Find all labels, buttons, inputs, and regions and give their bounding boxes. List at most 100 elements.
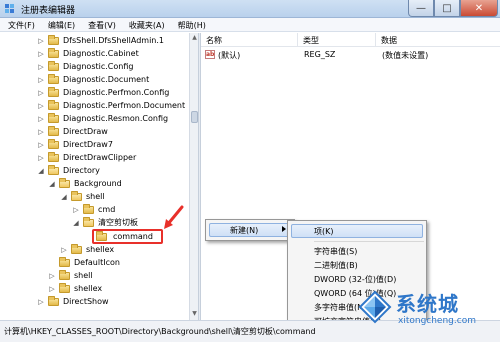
value-type: REG_SZ — [304, 50, 336, 59]
tree-item[interactable]: ▷ DirectDraw — [37, 125, 108, 138]
tree-item-shellex[interactable]: ▷ shellex — [60, 243, 114, 256]
expand-icon[interactable]: ▷ — [60, 246, 68, 254]
expand-icon[interactable]: ▷ — [48, 272, 56, 280]
maximize-button[interactable]: □ — [434, 0, 460, 17]
tree-item[interactable]: ▷ DfsShell.DfsShellAdmin.1 — [37, 34, 164, 47]
menu-item-string-value[interactable]: 字符串值(S) — [314, 246, 357, 260]
watermark-logo-icon — [358, 290, 392, 324]
expand-icon[interactable]: ▷ — [37, 115, 45, 123]
annotation-arrow-icon — [164, 205, 184, 229]
folder-icon — [59, 256, 70, 267]
tree-item-shellex[interactable]: ▷ shellex — [48, 282, 102, 295]
tree-item-label: Background — [74, 179, 122, 188]
open-folder-icon — [48, 164, 59, 175]
tree-item[interactable]: ▷ Diagnostic.Resmon.Config — [37, 112, 168, 125]
collapse-icon[interactable]: ◢ — [60, 193, 68, 201]
status-path: 计算机\HKEY_CLASSES_ROOT\Directory\Backgrou… — [4, 327, 316, 336]
menu-item-binary-value[interactable]: 二进制值(B) — [314, 260, 358, 274]
scrollbar-thumb[interactable] — [191, 111, 198, 123]
tree-item[interactable]: ▷ Diagnostic.Cabinet — [37, 47, 139, 60]
tree-item-label: DirectDraw7 — [63, 140, 113, 149]
tree-item[interactable]: ▷ Diagnostic.Config — [37, 60, 133, 73]
expand-icon[interactable]: ▷ — [37, 154, 45, 162]
tree-item-label: cmd — [98, 205, 116, 214]
expand-icon[interactable]: ▷ — [37, 76, 45, 84]
folder-icon — [48, 34, 59, 45]
folder-icon — [48, 60, 59, 71]
watermark: 系统城 xitongcheng.com — [358, 288, 500, 342]
tree-item-directory[interactable]: ◢ Directory — [37, 164, 100, 177]
tree-item-label: DirectDrawClipper — [63, 153, 137, 162]
column-header-name[interactable]: 名称 — [201, 33, 298, 47]
menu-bar: 文件(F) 编辑(E) 查看(V) 收藏夹(A) 帮助(H) — [0, 18, 500, 32]
menu-item-new[interactable]: 新建(N) — [230, 225, 258, 239]
tree-item-label: 清空剪切板 — [98, 218, 138, 227]
menu-separator — [314, 241, 424, 242]
registry-editor-icon — [5, 4, 14, 13]
tree-item-shell[interactable]: ▷ shell — [48, 269, 93, 282]
tree-item-shell[interactable]: ◢ shell — [60, 190, 105, 203]
folder-icon — [48, 86, 59, 97]
folder-icon — [71, 243, 82, 254]
scroll-up-icon[interactable]: ▲ — [191, 34, 198, 42]
folder-icon — [59, 269, 70, 280]
folder-icon — [48, 125, 59, 136]
menu-item-highlight — [291, 224, 423, 238]
expand-icon — [48, 259, 56, 267]
minimize-button[interactable]: — — [408, 0, 434, 17]
scroll-down-icon[interactable]: ▼ — [191, 310, 198, 318]
expand-icon[interactable]: ▷ — [37, 141, 45, 149]
folder-icon — [59, 282, 70, 293]
value-row[interactable]: ab (默认) REG_SZ (数值未设置) — [201, 49, 500, 61]
tree-item-label: Diagnostic.Resmon.Config — [63, 114, 169, 123]
tree-item-label: Diagnostic.Config — [63, 62, 134, 71]
expand-icon[interactable]: ▷ — [37, 37, 45, 45]
tree-item-directshow[interactable]: ▷ DirectShow — [37, 295, 109, 308]
tree-scrollbar[interactable]: ▲ ▼ — [189, 33, 198, 320]
expand-icon[interactable]: ▷ — [37, 50, 45, 58]
tree-item-label: DfsShell.DfsShellAdmin.1 — [63, 36, 164, 45]
collapse-icon[interactable]: ◢ — [37, 167, 45, 175]
tree-item-defaulticon[interactable]: DefaultIcon — [48, 256, 120, 269]
tree-item-label: DirectShow — [63, 297, 109, 306]
expand-icon[interactable]: ▷ — [37, 128, 45, 136]
tree-item-label: Diagnostic.Perfmon.Config — [63, 88, 170, 97]
menu-item-key[interactable]: 项(K) — [314, 226, 334, 240]
menu-view[interactable]: 查看(V) — [80, 18, 121, 31]
menu-file[interactable]: 文件(F) — [0, 18, 40, 31]
menu-item-dword-value[interactable]: DWORD (32-位)值(D) — [314, 274, 396, 288]
tree-item-label: DirectDraw — [63, 127, 108, 136]
expand-icon[interactable]: ▷ — [37, 298, 45, 306]
tree-item-background[interactable]: ◢ Background — [48, 177, 122, 190]
expand-icon[interactable]: ▷ — [72, 206, 80, 214]
collapse-icon[interactable]: ◢ — [48, 180, 56, 188]
menu-favorites[interactable]: 收藏夹(A) — [121, 18, 170, 31]
column-header-type[interactable]: 类型 — [298, 33, 376, 47]
expand-icon[interactable]: ▷ — [48, 285, 56, 293]
tree-item-clear-clipboard[interactable]: ◢ 清空剪切板 — [72, 216, 138, 229]
value-name: (默认) — [218, 51, 241, 60]
menu-help[interactable]: 帮助(H) — [170, 18, 211, 31]
tree-item[interactable]: ▷ Diagnostic.Perfmon.Config — [37, 86, 169, 99]
close-button[interactable]: ✕ — [460, 0, 498, 17]
tree-item[interactable]: ▷ DirectDraw7 — [37, 138, 113, 151]
folder-icon — [48, 73, 59, 84]
expand-icon[interactable]: ▷ — [37, 89, 45, 97]
column-header-data[interactable]: 数据 — [376, 33, 500, 47]
tree-item-label: Diagnostic.Perfmon.Document — [63, 101, 186, 110]
tree-item-label: Diagnostic.Document — [63, 75, 150, 84]
folder-icon — [48, 47, 59, 58]
tree-item[interactable]: ▷ Diagnostic.Document — [37, 73, 149, 86]
tree-item[interactable]: ▷ Diagnostic.Perfmon.Document — [37, 99, 185, 112]
registry-tree[interactable]: ▷ DfsShell.DfsShellAdmin.1 ▷ Diagnostic.… — [0, 33, 189, 320]
expand-icon[interactable]: ▷ — [37, 102, 45, 110]
value-data: (数值未设置) — [382, 51, 429, 60]
tree-item-label: Directory — [63, 166, 100, 175]
tree-item[interactable]: ▷ DirectDrawClipper — [37, 151, 136, 164]
tree-item-label: Diagnostic.Cabinet — [63, 49, 139, 58]
collapse-icon[interactable]: ◢ — [72, 219, 80, 227]
expand-icon[interactable]: ▷ — [37, 63, 45, 71]
tree-item-cmd[interactable]: ▷ cmd — [72, 203, 115, 216]
tree-item-label: shellex — [74, 284, 103, 293]
menu-edit[interactable]: 编辑(E) — [40, 18, 80, 31]
